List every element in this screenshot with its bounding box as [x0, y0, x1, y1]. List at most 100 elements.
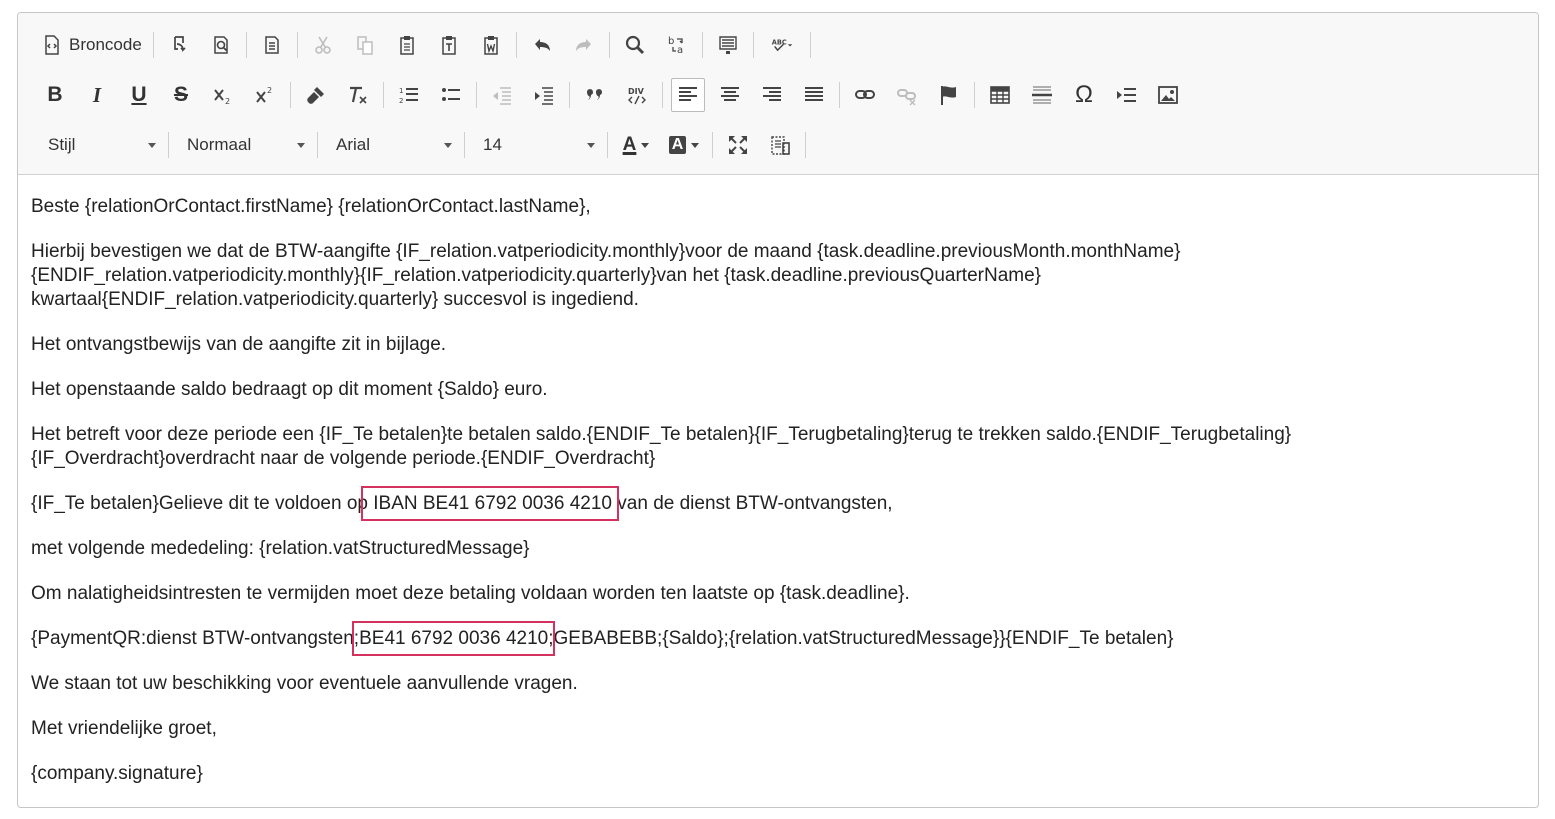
- toolbar-separator: [168, 132, 169, 158]
- toolbar-row-2: B I U S 2 2 12 DIV Ω: [34, 75, 1189, 115]
- special-char-button[interactable]: Ω: [1067, 78, 1101, 112]
- chevron-down-icon: [148, 142, 156, 148]
- toolbar-separator: [290, 82, 291, 108]
- toolbar-separator: [809, 32, 811, 58]
- new-page-button[interactable]: [255, 28, 289, 62]
- toolbar-separator: [152, 32, 154, 58]
- templates-button[interactable]: [162, 28, 196, 62]
- align-center-button[interactable]: [713, 78, 747, 112]
- quote-icon: [587, 89, 602, 100]
- text-segment: {PaymentQR:dienst BTW-ontvangsten;: [31, 628, 360, 649]
- page-break-button[interactable]: [1109, 78, 1143, 112]
- redo-button[interactable]: [567, 28, 601, 62]
- copy-format-button[interactable]: [299, 78, 333, 112]
- toolbar-separator: [245, 32, 247, 58]
- source-label: Broncode: [69, 35, 142, 54]
- bold-icon: B: [47, 83, 63, 106]
- brush-icon: [307, 87, 324, 104]
- outdent-button[interactable]: [485, 78, 519, 112]
- highlighted-account-number: BE41 6792 0036 4210: [352, 621, 556, 656]
- table-icon: [990, 86, 1010, 104]
- toolbar-separator: [662, 82, 663, 108]
- align-left-icon: [679, 87, 697, 101]
- maximize-icon: [729, 136, 747, 154]
- italic-button[interactable]: I: [80, 78, 114, 112]
- text-color-button[interactable]: A: [616, 128, 656, 162]
- paragraph-message: met volgende mededeling: {relation.vatSt…: [31, 538, 530, 559]
- underline-button[interactable]: U: [122, 78, 156, 112]
- anchor-button[interactable]: [932, 78, 966, 112]
- paragraph-closing: Met vriendelijke groet,: [31, 718, 217, 739]
- link-button[interactable]: [848, 78, 882, 112]
- paste-word-button[interactable]: [474, 28, 508, 62]
- paste-text-button[interactable]: [432, 28, 466, 62]
- copy-button[interactable]: [348, 28, 382, 62]
- style-select-value: Stijl: [48, 135, 76, 154]
- unlink-button[interactable]: [890, 78, 924, 112]
- paragraph-availability: We staan tot uw beschikking voor eventue…: [31, 673, 578, 694]
- replace-icon: ba: [668, 36, 683, 56]
- preview-button[interactable]: [204, 28, 238, 62]
- bold-button[interactable]: B: [38, 78, 72, 112]
- replace-button[interactable]: ba: [660, 28, 694, 62]
- align-right-icon: [763, 87, 781, 101]
- editor-toolbar: Broncode b a ABC B I U S 2 2 1 2 DIV Ω S…: [18, 13, 1538, 175]
- indent-button[interactable]: [527, 78, 561, 112]
- toolbar-separator: [515, 32, 517, 58]
- align-right-button[interactable]: [755, 78, 789, 112]
- font-select[interactable]: Arial: [322, 128, 460, 162]
- strikethrough-button[interactable]: S: [164, 78, 198, 112]
- font-size-select[interactable]: 14: [469, 128, 603, 162]
- svg-text:1: 1: [399, 87, 403, 95]
- text-segment: {IF_Te betalen}Gelieve dit te voldoen op: [31, 493, 368, 514]
- remove-format-button[interactable]: [341, 78, 375, 112]
- font-select-value: Arial: [336, 135, 371, 154]
- highlighted-iban: IBAN BE41 6792 0036 4210: [360, 486, 620, 521]
- link-icon: [855, 90, 875, 99]
- toolbar-separator: [383, 82, 384, 108]
- paste-text-icon: [442, 36, 456, 55]
- select-all-button[interactable]: [711, 28, 745, 62]
- justify-button[interactable]: [797, 78, 831, 112]
- horizontal-line-button[interactable]: [1025, 78, 1059, 112]
- paragraph-deadline: Om nalatigheidsintresten te vermijden mo…: [31, 583, 910, 604]
- toolbar-separator: [317, 132, 318, 158]
- text-line: {ENDIF_relation.vatperiodicity.monthly}{…: [31, 265, 1041, 286]
- source-button[interactable]: Broncode: [38, 28, 145, 62]
- toolbar-separator: [464, 132, 465, 158]
- superscript-icon: 2: [256, 86, 272, 103]
- spellcheck-button[interactable]: ABC: [762, 28, 802, 62]
- numbered-list-button[interactable]: 12: [392, 78, 426, 112]
- style-select[interactable]: Stijl: [34, 128, 164, 162]
- paragraph-confirmation: Hierbij bevestigen we dat de BTW-aangift…: [31, 240, 1521, 312]
- div-container-button[interactable]: DIV: [620, 78, 654, 112]
- toolbar-separator: [752, 32, 754, 58]
- copy-icon: [357, 36, 373, 55]
- chevron-down-icon: [641, 142, 650, 148]
- editor-content[interactable]: Beste {relationOrContact.firstName} {rel…: [31, 195, 1521, 807]
- align-left-button[interactable]: [671, 78, 705, 112]
- chevron-down-icon: [691, 142, 700, 148]
- toolbar-separator: [476, 82, 477, 108]
- superscript-button[interactable]: 2: [248, 78, 282, 112]
- bulleted-list-button[interactable]: [434, 78, 468, 112]
- text-line: {IF_Overdracht}overdracht naar de volgen…: [31, 448, 656, 469]
- undo-button[interactable]: [525, 28, 559, 62]
- maximize-button[interactable]: [721, 128, 755, 162]
- image-button[interactable]: [1151, 78, 1185, 112]
- image-icon: [1158, 86, 1178, 104]
- show-blocks-button[interactable]: [763, 128, 797, 162]
- blockquote-button[interactable]: [578, 78, 612, 112]
- div-icon: DIV: [628, 87, 646, 105]
- background-color-button[interactable]: A: [664, 128, 704, 162]
- templates-icon: [173, 36, 186, 53]
- paste-button[interactable]: [390, 28, 424, 62]
- indent-icon: [535, 87, 553, 105]
- table-button[interactable]: [983, 78, 1017, 112]
- text-line: Hierbij bevestigen we dat de BTW-aangift…: [31, 241, 1181, 262]
- format-select[interactable]: Normaal: [173, 128, 313, 162]
- cut-button[interactable]: [306, 28, 340, 62]
- paragraph-signature: {company.signature}: [31, 763, 203, 784]
- subscript-button[interactable]: 2: [206, 78, 240, 112]
- find-button[interactable]: [618, 28, 652, 62]
